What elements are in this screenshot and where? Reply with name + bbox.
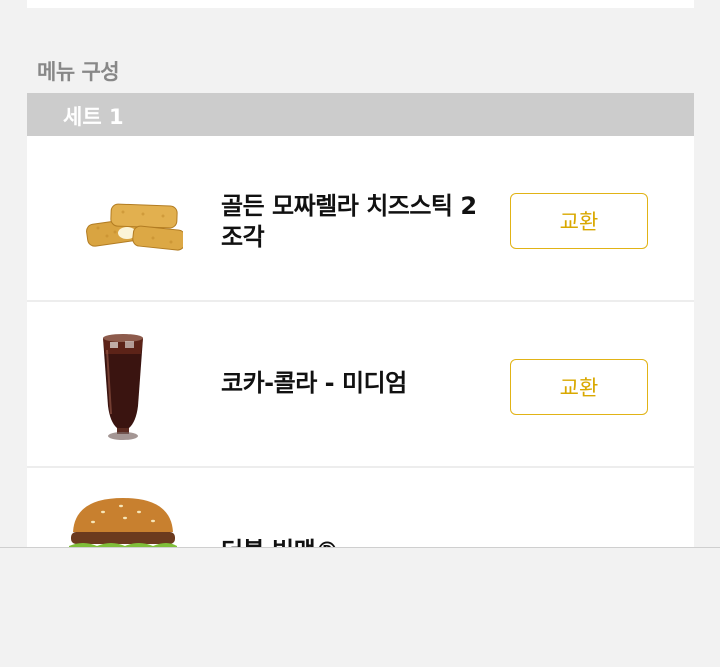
list-item: 더블 빅맥® <box>27 468 694 548</box>
set-label: 세트 1 <box>63 105 124 129</box>
list-item: 골든 모짜렐라 치즈스틱 2조각 교환 <box>27 136 694 302</box>
set-header: 세트 1 <box>27 93 694 136</box>
burger-image <box>63 490 183 548</box>
list-item: 코카-콜라 - 미디엄 교환 <box>27 302 694 468</box>
previous-card <box>27 0 694 8</box>
cola-cup-image <box>63 324 183 444</box>
menu-composition-title: 메뉴 구성 <box>37 60 120 84</box>
item-name: 골든 모짜렐라 치즈스틱 2조각 <box>221 192 477 251</box>
cheese-sticks-image <box>63 158 183 278</box>
swap-button[interactable]: 교환 <box>510 359 648 415</box>
menu-item-list[interactable]: 골든 모짜렐라 치즈스틱 2조각 교환 코카-콜라 - 미디엄 교환 <box>27 136 694 548</box>
bottom-action-bar <box>0 547 720 667</box>
swap-button[interactable]: 교환 <box>510 193 648 249</box>
item-name: 코카-콜라 - 미디엄 <box>221 369 407 397</box>
